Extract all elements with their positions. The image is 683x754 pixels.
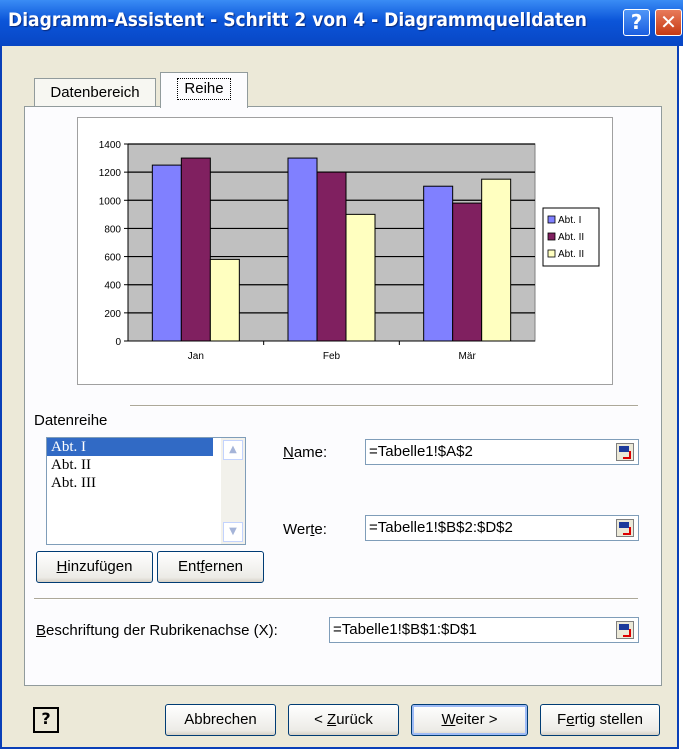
y-tick-label: 600 — [104, 253, 121, 264]
x-tick-label: Feb — [323, 351, 341, 362]
add-series-button[interactable]: Hinzufügen — [36, 551, 153, 583]
chart-preview: 0 200 400 600 800 1000 1200 1400 Jan Feb Mär Abt. I… — [77, 117, 613, 385]
window-title: Diagramm-Assistent - Schritt 2 von 4 - D… — [8, 9, 587, 31]
back-button[interactable]: < Zurück — [288, 704, 399, 736]
scroll-up-arrow-icon[interactable]: ▲ — [223, 440, 243, 460]
bar — [423, 185, 454, 342]
series-group-separator — [130, 405, 638, 407]
bar — [316, 171, 347, 342]
values-label: Werte: — [283, 521, 327, 538]
cancel-button[interactable]: Abbrechen — [165, 704, 276, 736]
bar — [180, 157, 211, 342]
bar — [209, 258, 240, 342]
category-axis-label: Beschriftung der Rubrikenachse (X): — [36, 622, 278, 639]
collapse-dialog-icon[interactable] — [616, 519, 634, 537]
remove-series-button[interactable]: Entfernen — [157, 551, 264, 583]
y-tick-label: 400 — [104, 281, 121, 292]
x-tick-label: Mär — [459, 351, 477, 362]
office-assistant-help-icon[interactable]: ? — [33, 707, 59, 733]
y-tick-label: 1400 — [99, 140, 122, 151]
y-tick-label: 200 — [104, 309, 121, 320]
y-tick-label: 1200 — [99, 168, 122, 179]
collapse-dialog-icon[interactable] — [616, 443, 634, 461]
title-bar: Diagramm-Assistent - Schritt 2 von 4 - D… — [0, 0, 683, 46]
legend-swatch — [547, 215, 556, 224]
y-tick-label: 1000 — [99, 196, 122, 207]
bar — [151, 164, 182, 342]
series-values-field[interactable]: =Tabelle1!$B$2:$D$2 — [365, 515, 639, 541]
series-list-item[interactable]: Abt. III — [47, 474, 213, 492]
name-label: Name: — [283, 444, 328, 461]
series-list-item[interactable]: Abt. II — [47, 456, 213, 474]
series-name-field[interactable]: =Tabelle1!$A$2 — [365, 439, 639, 465]
scroll-down-arrow-icon[interactable]: ▼ — [223, 522, 243, 542]
series-listbox[interactable]: Abt. I Abt. II Abt. III ▲ ▼ — [46, 437, 246, 545]
series-list-scrollbar[interactable]: ▲ ▼ — [221, 438, 245, 544]
tab-series[interactable]: Reihe — [160, 72, 248, 108]
finish-button[interactable]: Fertig stellen — [540, 704, 660, 736]
bar — [481, 178, 512, 342]
collapse-dialog-icon[interactable] — [616, 621, 634, 639]
legend-swatch — [547, 249, 556, 258]
legend-label: Abt. II — [558, 249, 584, 260]
help-title-button[interactable]: ? — [623, 9, 650, 36]
series-list-item[interactable]: Abt. I — [47, 438, 213, 456]
legend-label: Abt. II — [558, 232, 584, 243]
tab-data-range[interactable]: Datenbereich — [34, 78, 156, 108]
bar — [452, 202, 483, 342]
next-button[interactable]: Weiter > — [411, 704, 528, 736]
legend-swatch — [547, 232, 556, 241]
series-group-label: Datenreihe — [34, 412, 108, 429]
bar — [345, 213, 376, 342]
category-axis-field[interactable]: =Tabelle1!$B$1:$D$1 — [329, 617, 639, 643]
legend-label: Abt. I — [558, 215, 581, 226]
column-chart: 0 200 400 600 800 1000 1200 1400 Jan Feb Mär Abt. I… — [99, 140, 600, 362]
axis-separator — [34, 598, 638, 600]
bar — [287, 157, 318, 342]
x-tick-label: Jan — [188, 351, 204, 362]
close-button[interactable]: ✕ — [655, 9, 682, 36]
y-tick-label: 0 — [115, 337, 121, 348]
tab-series-label: Reihe — [177, 78, 231, 100]
y-tick-label: 800 — [104, 224, 121, 235]
